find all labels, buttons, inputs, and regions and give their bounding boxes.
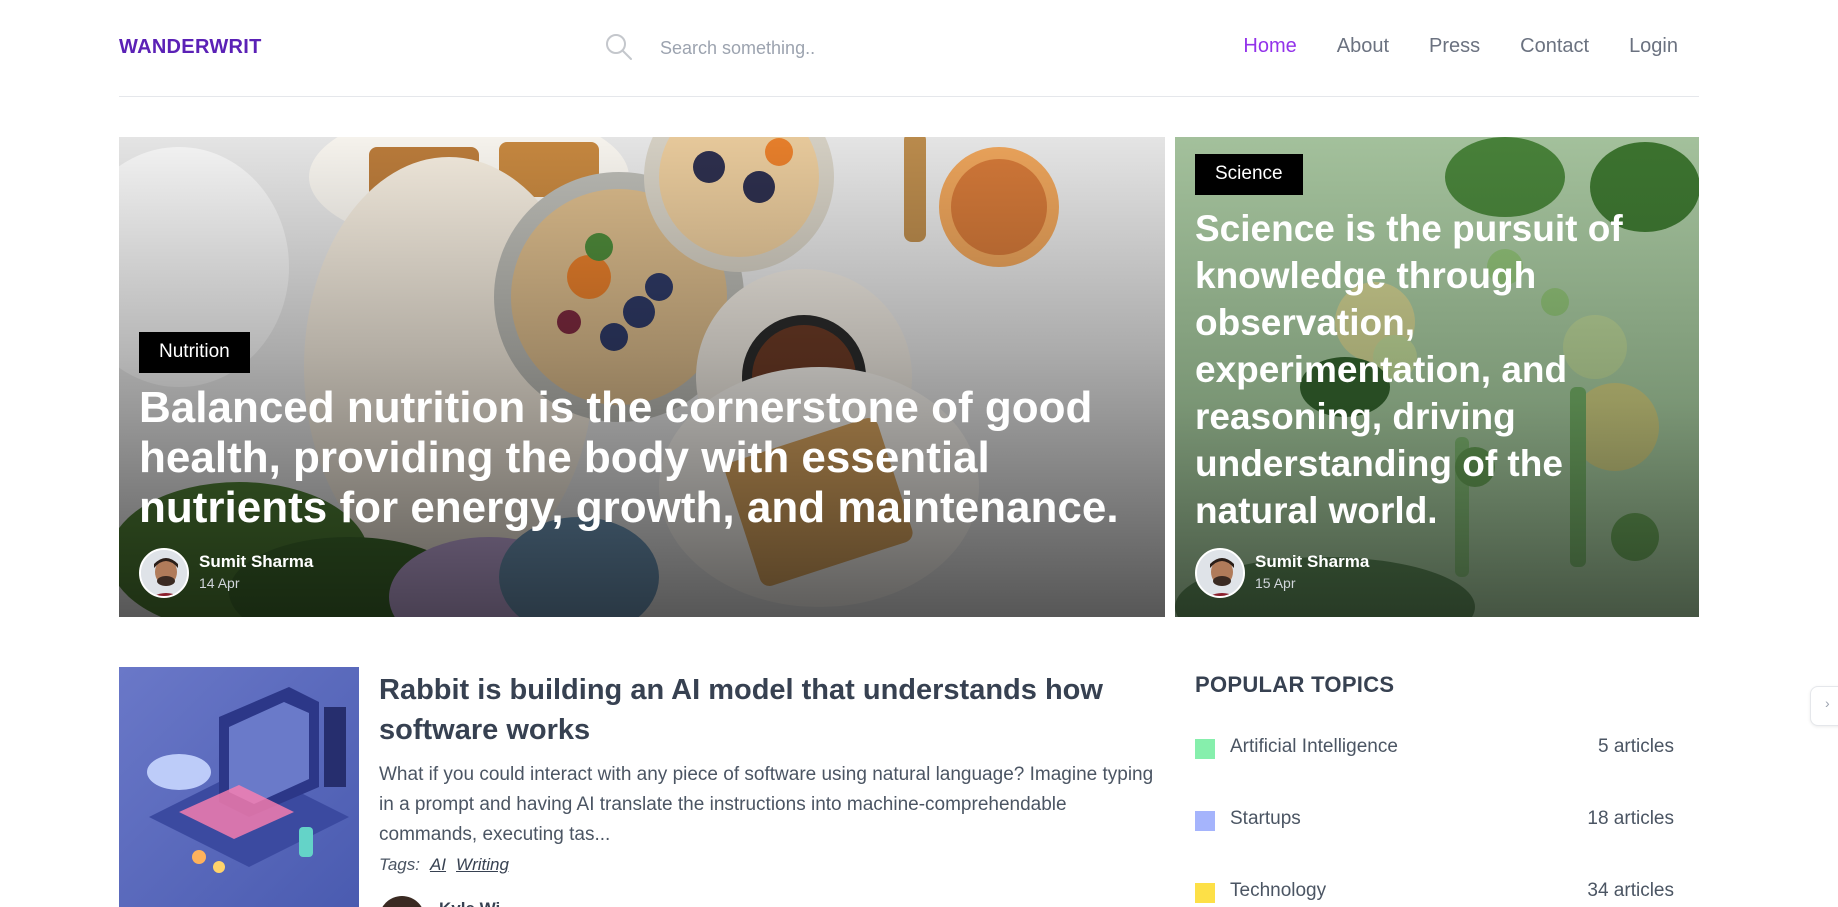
author-name[interactable]: Sumit Sharma: [199, 552, 313, 572]
topic-color-swatch: [1195, 883, 1215, 903]
nav-login[interactable]: Login: [1629, 35, 1678, 58]
search-icon[interactable]: [604, 32, 634, 62]
chevron-right-icon: ›: [1825, 695, 1830, 711]
featured-title[interactable]: Balanced nutrition is the cornerstone of…: [139, 383, 1129, 533]
post-author: Kyle Wi...: [379, 896, 679, 907]
side-drawer-toggle[interactable]: ›: [1810, 686, 1838, 726]
featured-card-nutrition[interactable]: Nutrition Balanced nutrition is the corn…: [119, 137, 1165, 617]
avatar: [139, 548, 189, 598]
category-tag-nutrition[interactable]: Nutrition: [139, 332, 250, 373]
search-bar: [604, 30, 904, 66]
site-logo[interactable]: WANDERWRIT: [119, 36, 262, 59]
search-input[interactable]: [660, 30, 900, 66]
popular-topics-heading: POPULAR TOPICS: [1195, 672, 1395, 697]
topic-count: 5 articles: [1597, 736, 1674, 757]
featured-title[interactable]: Science is the pursuit of knowledge thro…: [1195, 205, 1675, 534]
main-nav: Home About Press Contact Login: [1243, 35, 1678, 58]
author-name[interactable]: Sumit Sharma: [1255, 552, 1369, 572]
topic-count: 34 articles: [1587, 880, 1674, 901]
avatar: [379, 896, 425, 907]
tag-link-writing[interactable]: Writing: [456, 855, 509, 875]
post-image-isometric-workstation: [119, 667, 359, 907]
topic-item-artificial-intelligence[interactable]: Artificial Intelligence 5 articles: [1195, 735, 1674, 765]
topic-item-startups[interactable]: Startups 18 articles: [1195, 807, 1674, 837]
tags-label: Tags:: [379, 855, 420, 874]
nav-about[interactable]: About: [1337, 35, 1389, 58]
category-tag-science[interactable]: Science: [1195, 154, 1303, 195]
topic-label: Artificial Intelligence: [1230, 736, 1398, 757]
topic-label: Technology: [1230, 880, 1327, 901]
post-title[interactable]: Rabbit is building an AI model that unde…: [379, 670, 1159, 750]
nav-contact[interactable]: Contact: [1520, 35, 1589, 58]
topic-item-technology[interactable]: Technology 34 articles: [1195, 879, 1674, 907]
image-overlay: [119, 137, 1165, 617]
site-header: WANDERWRIT Home About Press Contact Logi…: [119, 0, 1699, 97]
post-date: 15 Apr: [1255, 575, 1296, 591]
nav-home[interactable]: Home: [1243, 35, 1296, 58]
featured-card-science[interactable]: Science Science is the pursuit of knowle…: [1175, 137, 1699, 617]
tag-link-ai[interactable]: AI: [430, 855, 446, 875]
post-thumbnail[interactable]: [119, 667, 359, 907]
avatar: [1195, 548, 1245, 598]
topic-label: Startups: [1230, 808, 1301, 829]
topic-color-swatch: [1195, 739, 1215, 759]
author-name[interactable]: Kyle Wi...: [439, 899, 514, 907]
topic-color-swatch: [1195, 811, 1215, 831]
post-tags: Tags: AI Writing: [379, 855, 509, 875]
post-date: 14 Apr: [199, 575, 240, 591]
topic-count: 18 articles: [1587, 808, 1674, 829]
nav-press[interactable]: Press: [1429, 35, 1480, 58]
post-excerpt: What if you could interact with any piec…: [379, 764, 1154, 845]
